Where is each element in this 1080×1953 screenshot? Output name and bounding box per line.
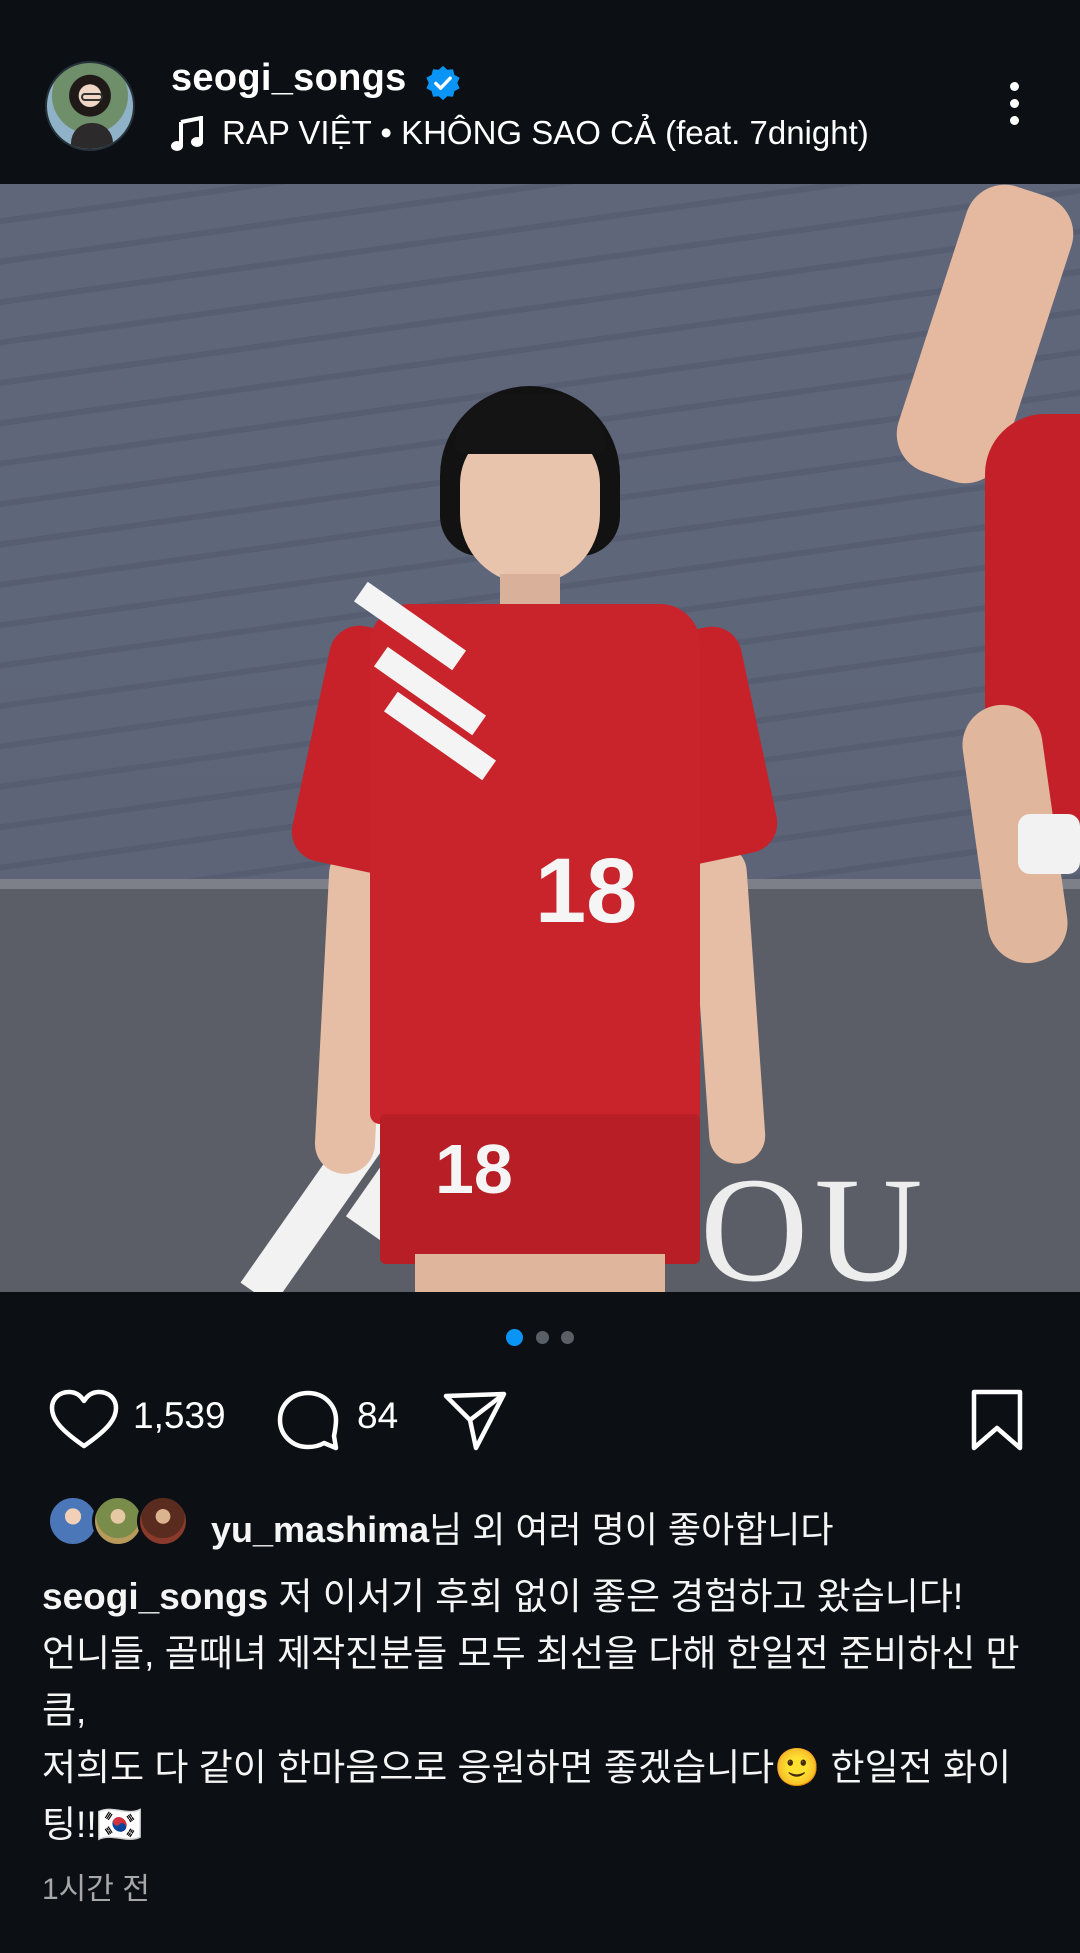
carousel-dot — [560, 1331, 574, 1344]
caption-username[interactable]: seogi_songs — [42, 1576, 268, 1617]
bookmark-icon[interactable] — [968, 1388, 1026, 1452]
carousel-dot-active — [506, 1329, 524, 1346]
action-bar: 1,539 84 — [0, 1388, 1080, 1452]
liked-by-username[interactable]: yu_mashima — [211, 1509, 429, 1550]
player-figure: 18 18 — [286, 284, 783, 1292]
like-count[interactable]: 1,539 — [133, 1395, 226, 1437]
post-username[interactable]: seogi_songs — [171, 57, 407, 100]
liked-by-avatar — [137, 1495, 189, 1547]
comment-icon[interactable] — [274, 1388, 342, 1452]
comment-count[interactable]: 84 — [357, 1395, 398, 1437]
liked-by-row[interactable]: yu_mashima님 외 여러 명이 좋아합니다 — [47, 1495, 1047, 1551]
send-icon[interactable] — [442, 1388, 510, 1452]
carousel-indicator — [0, 1329, 1080, 1349]
more-options-icon[interactable] — [1000, 82, 1028, 134]
carousel-dot — [535, 1331, 549, 1344]
verified-badge-icon — [426, 65, 460, 101]
shorts-number: 18 — [435, 1130, 513, 1208]
music-track-label[interactable]: RAP VIỆT • KHÔNG SAO CẢ (feat. 7dnight) — [222, 114, 869, 152]
profile-avatar[interactable] — [45, 61, 135, 151]
caption-line: 저 이서기 후회 없이 좋은 경험하고 왔습니다! — [268, 1576, 964, 1617]
heart-icon[interactable] — [48, 1388, 120, 1452]
liked-by-text: yu_mashima님 외 여러 명이 좋아합니다 — [211, 1501, 833, 1553]
caption-line: 저희도 다 같이 한마음으로 응원하면 좋겠습니다🙂 한일전 화이팅!!🇰🇷 — [42, 1747, 1012, 1845]
liked-by-suffix: 님 외 여러 명이 좋아합니다 — [429, 1509, 834, 1550]
post-image[interactable]: OU G 18 18 — [0, 184, 1080, 1292]
music-note-icon — [171, 116, 203, 151]
post-caption: seogi_songs 저 이서기 후회 없이 좋은 경험하고 왔습니다! 언니… — [42, 1568, 1042, 1853]
caption-line: 언니들, 골때녀 제작진분들 모두 최선을 다해 한일전 준비하신 만큼, — [42, 1633, 1020, 1731]
jersey-number: 18 — [535, 840, 638, 942]
post-timestamp: 1시간 전 — [42, 1873, 150, 1906]
post-header: seogi_songs RAP VIỆT • KHÔNG SAO CẢ (fea… — [0, 0, 1080, 184]
